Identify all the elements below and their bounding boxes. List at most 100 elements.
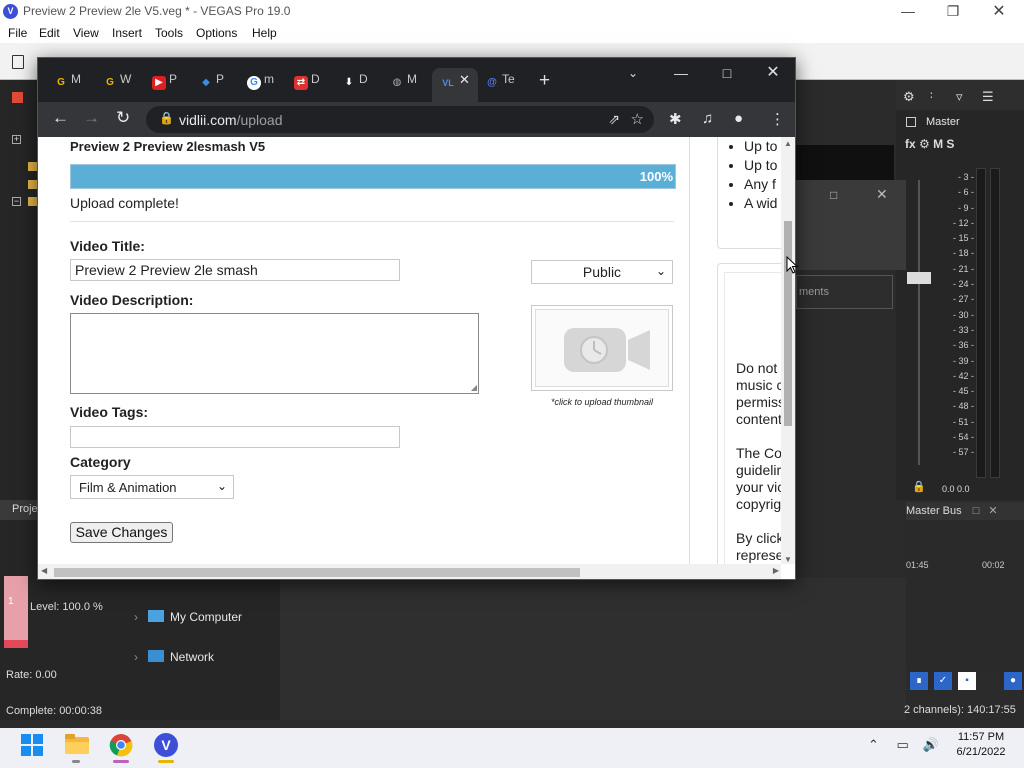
save-changes-button[interactable]: Save Changes <box>70 522 173 543</box>
menu-view[interactable]: View <box>73 26 99 40</box>
volume-icon[interactable]: 🔊 <box>922 737 938 752</box>
menu-insert[interactable]: Insert <box>112 26 142 40</box>
master-fx-row[interactable]: fx ⚙ M S <box>905 137 954 151</box>
envelope-tool-icon[interactable]: ✓ <box>934 672 952 690</box>
chrome-icon[interactable] <box>109 733 133 757</box>
restore-button[interactable]: ❐ <box>930 0 976 23</box>
menu-tools[interactable]: Tools <box>155 26 183 40</box>
site-icon: ◆ <box>202 77 210 88</box>
copyright-paragraph: The Co guidelir your vic copyrig <box>736 445 781 512</box>
network-icon[interactable]: ▭ <box>897 737 909 752</box>
menu-options[interactable]: Options <box>196 26 237 40</box>
thumbnail-upload-box[interactable] <box>531 305 673 391</box>
address-bar[interactable]: 🔒 vidlii.com/upload ⇗ ☆ <box>146 106 654 133</box>
tab-1[interactable]: GM <box>54 72 81 94</box>
tab-10[interactable]: @ Te <box>485 72 515 94</box>
downmix-icon[interactable]: ▿ <box>956 89 963 105</box>
share-icon[interactable]: ⇗ <box>608 111 620 128</box>
menu-edit[interactable]: Edit <box>39 26 60 40</box>
converter-icon: ⇄ <box>294 76 308 90</box>
back-icon[interactable]: ← <box>52 108 69 128</box>
horizontal-scrollbar[interactable]: ◀ ▶ <box>38 564 781 579</box>
vertical-scroll-thumb[interactable] <box>784 221 792 426</box>
collapse-icon[interactable]: − <box>12 197 21 206</box>
globe-icon: ◍ <box>392 77 402 88</box>
media-control-icon[interactable]: ♫ <box>702 110 713 127</box>
expand-icon[interactable]: + <box>12 135 21 144</box>
system-tray: ⌃ ▭ 🔊 <box>868 737 939 753</box>
close-button[interactable]: ✕ <box>976 0 1022 23</box>
upload-progress-bar: 100% <box>70 164 676 189</box>
project-media-tab[interactable]: Proje <box>0 500 40 520</box>
video-title-input[interactable] <box>70 259 400 281</box>
tab-2[interactable]: GW <box>103 72 131 94</box>
minimize-button[interactable]: — <box>885 0 931 23</box>
progress-fill <box>71 165 675 188</box>
bus-time-marker: 00:02 <box>982 560 1005 570</box>
more-menu-icon[interactable]: ⋮ <box>770 110 785 128</box>
lock-icon[interactable]: 🔒 <box>912 480 926 493</box>
gear-icon[interactable]: ⚙ <box>903 89 915 105</box>
resize-grip-icon[interactable]: ◢ <box>471 383 477 392</box>
menu-file[interactable]: File <box>8 26 27 40</box>
scroll-left-icon[interactable]: ◀ <box>41 566 47 575</box>
menu-help[interactable]: Help <box>252 26 277 40</box>
close-icon[interactable]: ✕ <box>876 186 888 203</box>
tab-6[interactable]: ⇄ D <box>294 72 320 94</box>
windows-start-icon[interactable] <box>21 734 43 756</box>
tab-8[interactable]: ◍ M <box>390 72 417 94</box>
tab-search-chevron-icon[interactable]: ⌄ <box>628 66 638 80</box>
tab-vidlii-active[interactable]: VL ✕ <box>432 68 478 102</box>
chrome-maximize-button[interactable]: □ <box>704 62 750 84</box>
video-tags-input[interactable] <box>70 426 400 448</box>
upload-panel: Preview 2 Preview 2lesmash V5 100% Uploa… <box>54 137 690 564</box>
chevron-up-icon[interactable]: ⌃ <box>868 737 879 752</box>
chrome-minimize-button[interactable]: — <box>658 62 704 84</box>
master-bus-tab[interactable]: Master Bus □ ✕ <box>906 502 1024 520</box>
restore-icon[interactable]: □ <box>973 505 980 517</box>
explorer-item-my-computer[interactable]: › My Computer <box>134 610 242 624</box>
vertical-scrollbar[interactable]: ▲ ▼ <box>781 137 795 564</box>
selection-tool-icon[interactable]: ▪ <box>958 672 976 690</box>
scroll-right-icon[interactable]: ▶ <box>773 566 779 575</box>
privacy-select[interactable]: Public ⌄ <box>531 260 673 284</box>
close-tab-icon[interactable]: ✕ <box>459 72 470 87</box>
restore-icon[interactable]: □ <box>830 188 837 202</box>
clock-date: 6/21/2022 <box>956 746 1006 758</box>
reload-icon[interactable]: ↻ <box>116 108 130 128</box>
forward-icon[interactable]: → <box>83 108 100 128</box>
normal-edit-tool-icon[interactable]: ∎ <box>910 672 928 690</box>
extensions-icon[interactable]: ✱ <box>669 110 682 128</box>
tab-5[interactable]: Gm <box>247 72 274 94</box>
new-tab-button[interactable]: + <box>539 70 550 92</box>
lock-tool-icon[interactable]: ● <box>1004 672 1022 690</box>
close-icon[interactable]: ✕ <box>988 505 997 517</box>
profile-icon[interactable]: ● <box>734 110 743 127</box>
explorer-item-network[interactable]: › Network <box>134 650 214 664</box>
scroll-down-icon[interactable]: ▼ <box>784 555 792 564</box>
scroll-up-icon[interactable]: ▲ <box>784 139 792 148</box>
mixer-icon[interactable]: ☰ <box>982 89 994 105</box>
meter-scale-tick: - 18 - <box>952 248 974 259</box>
fx-chain-icon[interactable]: ∶ <box>930 89 933 102</box>
video-description-textarea[interactable]: ◢ <box>70 313 479 394</box>
clock[interactable]: 11:57 PM 6/21/2022 <box>948 730 1014 760</box>
category-select[interactable]: Film & Animation ⌄ <box>70 475 234 499</box>
chrome-close-button[interactable]: ✕ <box>750 62 796 84</box>
file-explorer-icon[interactable] <box>65 734 89 754</box>
horizontal-scroll-thumb[interactable] <box>54 568 580 577</box>
new-project-icon[interactable] <box>12 55 24 69</box>
comments-field[interactable]: ments <box>796 275 893 309</box>
tab-7[interactable]: ⬇ D <box>342 72 368 94</box>
bookmark-star-icon[interactable]: ☆ <box>631 110 644 128</box>
url-text[interactable]: vidlii.com/upload <box>179 112 283 128</box>
lock-icon[interactable]: 🔒 <box>159 111 174 125</box>
meter-values: 0.0 0.0 <box>942 484 970 494</box>
media-icon[interactable] <box>12 92 23 103</box>
master-fader-knob[interactable] <box>907 272 931 284</box>
copyright-paragraph: Do not music c permiss content <box>736 360 781 427</box>
tab-3[interactable]: ▶ P <box>152 72 177 94</box>
master-checkbox[interactable] <box>906 117 916 127</box>
vegas-icon[interactable]: V <box>154 733 178 757</box>
tab-4[interactable]: ◆ P <box>199 72 224 94</box>
